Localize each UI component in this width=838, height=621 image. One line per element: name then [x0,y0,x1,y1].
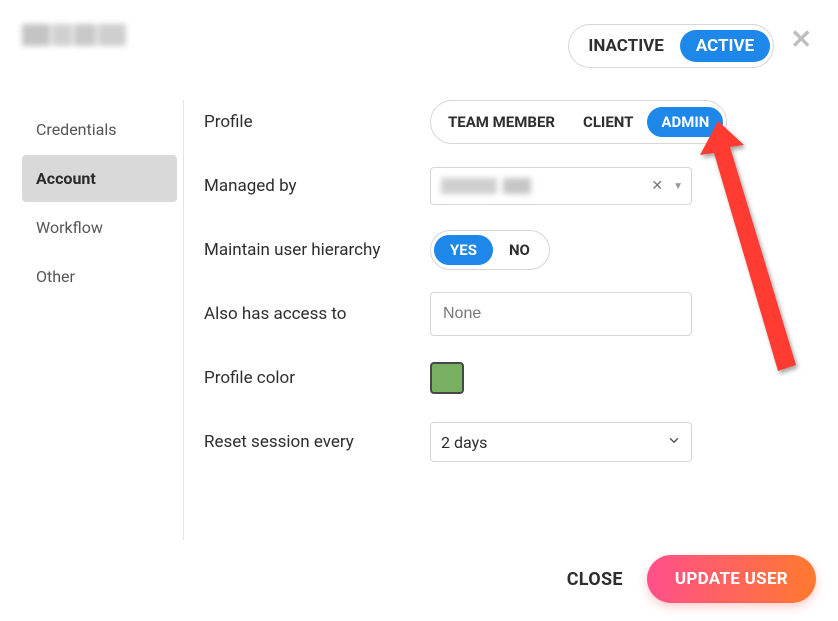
maintain-hierarchy-no[interactable]: NO [493,235,546,265]
managed-by-value-redacted [441,178,531,194]
profile-toggle[interactable]: TEAM MEMBER CLIENT ADMIN [430,100,727,144]
status-toggle[interactable]: INACTIVE ACTIVE [568,24,774,68]
dialog-title-redacted [22,24,142,54]
chevron-down-icon [667,433,681,452]
also-access-input[interactable] [430,292,692,336]
status-inactive-option[interactable]: INACTIVE [572,30,679,62]
maintain-hierarchy-toggle[interactable]: YES NO [430,230,550,270]
sidebar-item-account[interactable]: Account [22,155,177,202]
also-access-label: Also has access to [204,304,430,324]
sidebar-item-workflow[interactable]: Workflow [22,204,177,251]
profile-option-client[interactable]: CLIENT [569,107,647,137]
form-panel: Profile TEAM MEMBER CLIENT ADMIN Managed… [184,100,816,540]
sidebar: Credentials Account Workflow Other [22,100,184,540]
profile-option-admin[interactable]: ADMIN [647,107,723,137]
reset-session-select[interactable]: 2 days [430,422,692,462]
maintain-hierarchy-label: Maintain user hierarchy [204,240,430,260]
reset-session-label: Reset session every [204,432,430,452]
profile-label: Profile [204,112,430,132]
profile-color-label: Profile color [204,368,430,388]
chevron-down-icon: ▼ [673,181,683,192]
maintain-hierarchy-yes[interactable]: YES [434,235,493,265]
sidebar-item-other[interactable]: Other [22,253,177,300]
managed-by-select[interactable]: ✕ ▼ [430,167,692,205]
profile-color-swatch[interactable] [430,362,464,394]
close-icon[interactable]: ✕ [786,34,816,59]
sidebar-item-credentials[interactable]: Credentials [22,106,177,153]
status-active-option[interactable]: ACTIVE [680,30,770,62]
update-user-button[interactable]: UPDATE USER [647,555,816,603]
profile-option-team-member[interactable]: TEAM MEMBER [434,107,569,137]
managed-by-label: Managed by [204,176,430,196]
managed-by-clear-icon[interactable]: ✕ [651,178,663,194]
close-button[interactable]: CLOSE [567,569,623,590]
reset-session-value: 2 days [441,433,487,452]
